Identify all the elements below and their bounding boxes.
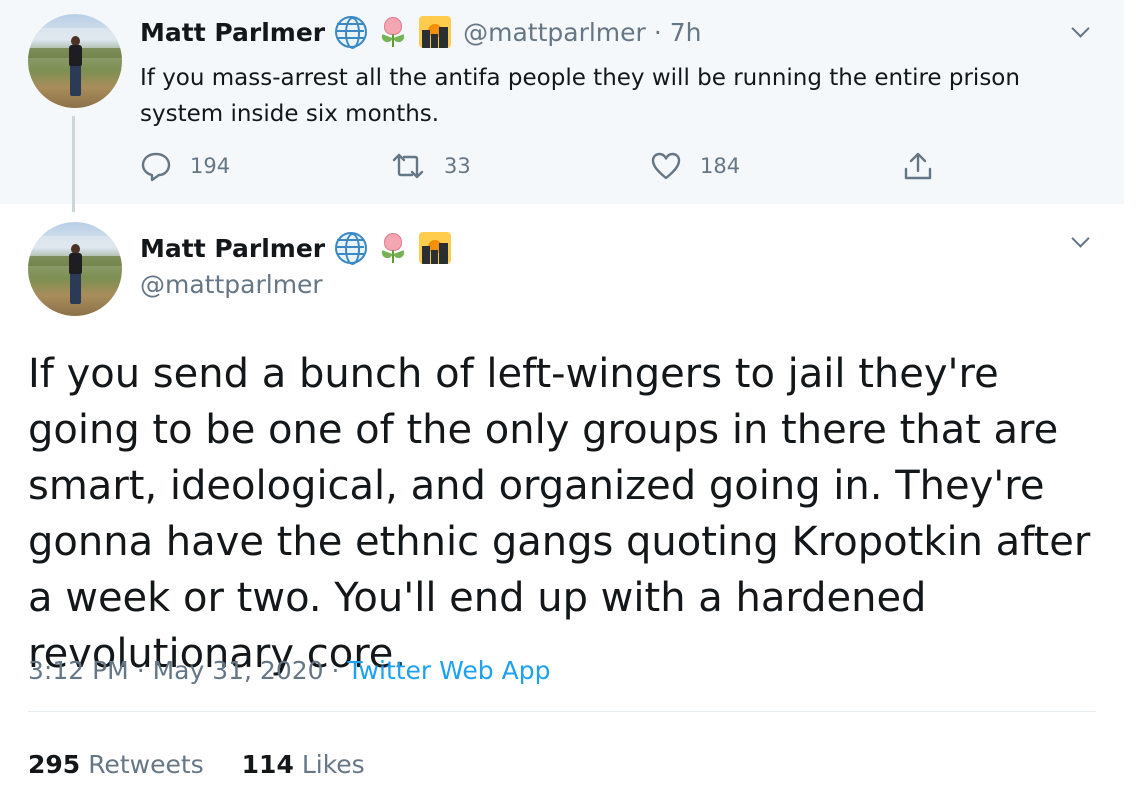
tweet-text: If you send a bunch of left-wingers to j… [28, 351, 1091, 677]
author-name[interactable]: Matt Parlmer [140, 234, 325, 263]
tweet-age[interactable]: 7h [670, 18, 702, 47]
tweet-stats: 295 Retweets 114 Likes [28, 750, 403, 779]
tweet-time[interactable]: 3:12 PM [28, 656, 129, 685]
divider [28, 711, 1096, 712]
thread-connector [72, 116, 75, 212]
chevron-down-icon[interactable] [1072, 232, 1088, 248]
parent-tweet[interactable]: Matt Parlmer @mattparlmer · 7h If you ma… [0, 0, 1124, 204]
reply-count: 194 [190, 154, 231, 178]
author-handle[interactable]: @mattparlmer [140, 270, 323, 299]
retweets-label: Retweets [88, 750, 204, 779]
sunrise-over-city-icon [419, 16, 452, 48]
share-button[interactable] [902, 146, 934, 186]
meta-separator: · [136, 656, 145, 685]
tweet-source-link[interactable]: Twitter Web App [347, 656, 550, 685]
author-name[interactable]: Matt Parlmer [140, 18, 325, 47]
avatar[interactable] [28, 222, 122, 316]
meta-separator: · [653, 17, 662, 47]
like-count: 184 [700, 154, 741, 178]
share-icon [904, 152, 932, 180]
tulip-icon [377, 16, 409, 48]
tweet-date[interactable]: May 31, 2020 [153, 656, 324, 685]
author-handle[interactable]: @mattparlmer [463, 18, 646, 47]
retweets-stat[interactable]: 295 Retweets [28, 750, 204, 779]
likes-label: Likes [301, 750, 365, 779]
retweet-button[interactable]: 33 [390, 146, 471, 186]
tweet-text: If you mass-arrest all the antifa people… [140, 65, 1020, 127]
likes-stat[interactable]: 114 Likes [242, 750, 365, 779]
tulip-icon [377, 232, 409, 264]
avatar[interactable] [28, 14, 122, 108]
likes-count: 114 [241, 750, 294, 779]
like-button[interactable]: 184 [650, 146, 740, 186]
tweet-meta: 3:12 PM · May 31, 2020 · Twitter Web App [28, 656, 550, 685]
reply-button[interactable]: 194 [140, 146, 230, 186]
reply-icon [141, 152, 171, 182]
retweet-count: 33 [444, 154, 471, 178]
meta-separator: · [331, 656, 340, 685]
chevron-down-icon[interactable] [1072, 22, 1088, 38]
retweets-count: 295 [28, 750, 81, 779]
globe-icon [335, 232, 368, 265]
heart-icon [651, 152, 681, 180]
sunrise-over-city-icon [419, 232, 452, 264]
globe-icon [335, 16, 368, 49]
retweet-icon [392, 153, 424, 179]
